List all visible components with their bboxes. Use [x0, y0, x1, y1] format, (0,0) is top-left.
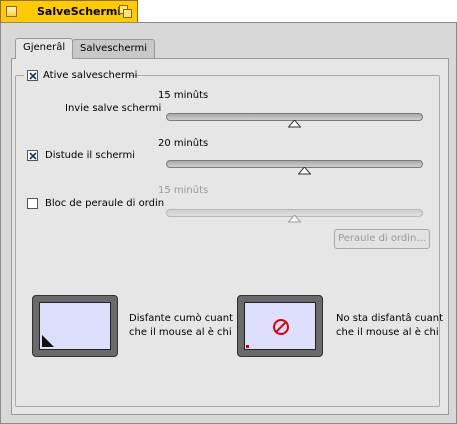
activate-corner-screen	[39, 302, 111, 350]
check-icon	[29, 152, 37, 160]
corner-triangle-icon[interactable]	[42, 333, 56, 347]
window-title-tab[interactable]: SalveSchermi	[0, 0, 138, 22]
password-lock-checkbox[interactable]	[27, 198, 38, 209]
start-screensaver-value: 15 minûts	[158, 90, 209, 101]
start-screensaver-thumb[interactable]	[288, 120, 301, 128]
never-corner-line1: No sta disfantâ cuant	[336, 313, 443, 324]
never-corner-screen	[244, 302, 316, 350]
window-title: SalveSchermi	[37, 5, 122, 18]
tab-screensavers-label: Salveschermi	[80, 43, 147, 54]
activate-corner-description: Disfante cumò cuant che il mouse al è ch…	[129, 312, 233, 340]
never-corner-description: No sta disfantâ cuant che il mouse al è …	[336, 312, 443, 340]
password-lock-value: 15 minûts	[158, 185, 209, 196]
zoom-button[interactable]	[119, 5, 132, 18]
check-icon	[29, 72, 37, 80]
turn-off-screen-thumb[interactable]	[298, 167, 312, 175]
tab-general[interactable]: Gjenerâl	[15, 38, 74, 59]
never-corner-line2: che il mouse al è chi	[336, 327, 439, 338]
turn-off-screen-value: 20 minûts	[158, 138, 209, 149]
enable-screensaver-checkbox[interactable]	[27, 70, 38, 81]
close-button[interactable]	[6, 6, 17, 17]
password-button-label: Peraule di ordin...	[338, 233, 426, 244]
corner-marker-icon[interactable]	[246, 345, 249, 348]
enable-screensaver-label: Ative salveschermi	[43, 70, 138, 81]
turn-off-screen-slider[interactable]	[166, 160, 423, 168]
activate-corner-line2: che il mouse al è chi	[129, 327, 232, 338]
tab-general-label: Gjenerâl	[23, 42, 66, 53]
activate-corner-monitor[interactable]	[32, 295, 118, 357]
no-entry-icon	[273, 319, 289, 335]
never-corner-monitor[interactable]	[237, 295, 323, 357]
password-lock-thumb[interactable]	[288, 215, 301, 223]
turn-off-screen-checkbox[interactable]	[27, 150, 38, 161]
start-screensaver-label: Invie salve schermi	[65, 103, 162, 114]
turn-off-screen-label: Distude il schermi	[45, 150, 136, 161]
activate-corner-line1: Disfante cumò cuant	[129, 313, 234, 324]
password-button[interactable]: Peraule di ordin...	[334, 229, 430, 249]
tab-screensavers[interactable]: Salveschermi	[72, 39, 155, 58]
password-lock-label: Bloc de peraule di ordin	[45, 198, 165, 209]
